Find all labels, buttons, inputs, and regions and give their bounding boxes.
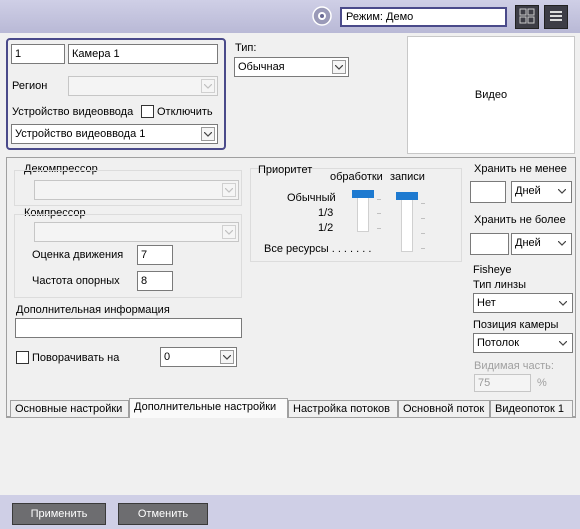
lens-type-label: Тип линзы <box>473 279 526 291</box>
priority-level-all: Все ресурсы . . . . . . . <box>264 243 372 255</box>
chevron-down-icon <box>222 225 236 239</box>
store-min-input[interactable] <box>470 181 506 203</box>
disable-checkbox[interactable] <box>141 105 154 118</box>
keyframe-label: Частота опорных <box>32 275 120 287</box>
mode-field: Режим: Демо <box>340 7 507 27</box>
compressor-select[interactable] <box>34 222 239 242</box>
store-min-unit-select[interactable]: Дней <box>511 181 572 203</box>
mode-label: Режим: Демо <box>346 11 414 23</box>
extra-info-input[interactable] <box>15 318 242 338</box>
layout-button[interactable] <box>515 5 539 29</box>
fisheye-title: Fisheye <box>473 264 512 276</box>
extra-info-label: Дополнительная информация <box>16 304 170 316</box>
store-max-input[interactable] <box>470 233 509 255</box>
rotate-value: 0 <box>164 351 171 363</box>
tick <box>421 203 425 204</box>
visible-part-unit: % <box>537 377 547 389</box>
tick <box>421 233 425 234</box>
disable-label: Отключить <box>157 106 213 118</box>
camera-position-label: Позиция камеры <box>473 319 559 331</box>
tab-label: Видеопоток 1 <box>495 403 564 415</box>
chevron-down-icon <box>555 236 569 250</box>
menu-button[interactable] <box>544 5 568 29</box>
lens-type-value: Нет <box>477 297 496 309</box>
rotate-checkbox[interactable] <box>16 351 29 364</box>
rotate-select[interactable]: 0 <box>160 347 237 367</box>
tab-stream-settings[interactable]: Настройка потоков <box>288 400 398 417</box>
recording-slider-thumb[interactable] <box>396 192 418 200</box>
type-select[interactable]: Обычная <box>234 57 349 77</box>
apply-button-label: Применить <box>30 508 88 520</box>
tab-main-settings[interactable]: Основные настройки <box>10 400 129 417</box>
tick <box>377 199 381 200</box>
store-max-unit-select[interactable]: Дней <box>511 233 572 255</box>
chevron-down-icon <box>220 350 234 364</box>
visible-part-value: 75 <box>478 377 491 389</box>
priority-level-normal: Обычный <box>287 192 336 204</box>
motion-label: Оценка движения <box>32 249 124 261</box>
priority-level-half: 1/2 <box>318 222 334 234</box>
camera-id-value: 1 <box>15 48 22 60</box>
chevron-down-icon <box>332 60 346 74</box>
recording-slider-track[interactable] <box>401 192 413 252</box>
motion-value: 7 <box>141 249 148 261</box>
video-input-value: Устройство видеоввода 1 <box>15 128 146 140</box>
tab-label: Основные настройки <box>15 403 123 415</box>
chevron-down-icon <box>556 296 570 310</box>
tab-additional-settings[interactable]: Дополнительные настройки <box>129 398 288 418</box>
lens-type-select[interactable]: Нет <box>473 293 573 313</box>
tick <box>421 218 425 219</box>
tab-main-stream[interactable]: Основной поток <box>398 400 490 417</box>
store-max-unit: Дней <box>515 237 541 249</box>
cancel-button[interactable]: Отменить <box>118 503 208 525</box>
decompressor-select[interactable] <box>34 180 239 200</box>
type-value: Обычная <box>238 61 285 73</box>
tab-label: Дополнительные настройки <box>134 401 277 413</box>
cancel-button-label: Отменить <box>137 508 189 520</box>
store-max-label: Хранить не более <box>474 214 566 226</box>
camera-name-field[interactable]: Камера 1 <box>68 44 218 64</box>
mode-badge-icon <box>311 5 333 27</box>
chevron-down-icon <box>556 336 570 350</box>
rotate-label: Поворачивать на <box>32 352 120 364</box>
region-label: Регион <box>12 80 48 92</box>
store-min-label: Хранить не менее <box>474 163 567 175</box>
tick <box>377 228 381 229</box>
chevron-down-icon <box>201 127 215 141</box>
visible-part-input[interactable]: 75 <box>474 374 531 392</box>
keyframe-value: 8 <box>141 275 148 287</box>
chevron-down-icon <box>222 183 236 197</box>
video-input-select[interactable]: Устройство видеоввода 1 <box>11 124 218 144</box>
chevron-down-icon <box>201 79 215 93</box>
camera-position-select[interactable]: Потолок <box>473 333 573 353</box>
layout-grid-icon <box>519 8 535 27</box>
priority-level-third: 1/3 <box>318 207 334 219</box>
camera-id-field[interactable]: 1 <box>11 44 65 64</box>
priority-title: Приоритет <box>258 164 313 176</box>
menu-icon <box>548 8 564 27</box>
tab-label: Основной поток <box>403 403 485 415</box>
recording-label: записи <box>390 171 425 183</box>
store-min-unit: Дней <box>515 185 541 197</box>
tick <box>421 248 425 249</box>
video-preview-label: Видео <box>474 89 508 101</box>
visible-part-label: Видимая часть: <box>474 360 554 372</box>
processing-slider-thumb[interactable] <box>352 190 374 198</box>
tick <box>377 213 381 214</box>
apply-button[interactable]: Применить <box>12 503 106 525</box>
chevron-down-icon <box>555 184 569 198</box>
camera-position-value: Потолок <box>477 337 520 349</box>
region-select[interactable] <box>68 76 218 96</box>
motion-input[interactable]: 7 <box>137 245 173 265</box>
video-preview: Видео <box>407 36 575 154</box>
type-label: Тип: <box>235 42 257 54</box>
video-input-label: Устройство видеоввода <box>12 106 134 118</box>
processing-label: обработки <box>330 171 383 183</box>
tab-video-stream-1[interactable]: Видеопоток 1 <box>490 400 573 417</box>
camera-name-value: Камера 1 <box>72 48 120 60</box>
tab-label: Настройка потоков <box>293 403 390 415</box>
keyframe-input[interactable]: 8 <box>137 271 173 291</box>
